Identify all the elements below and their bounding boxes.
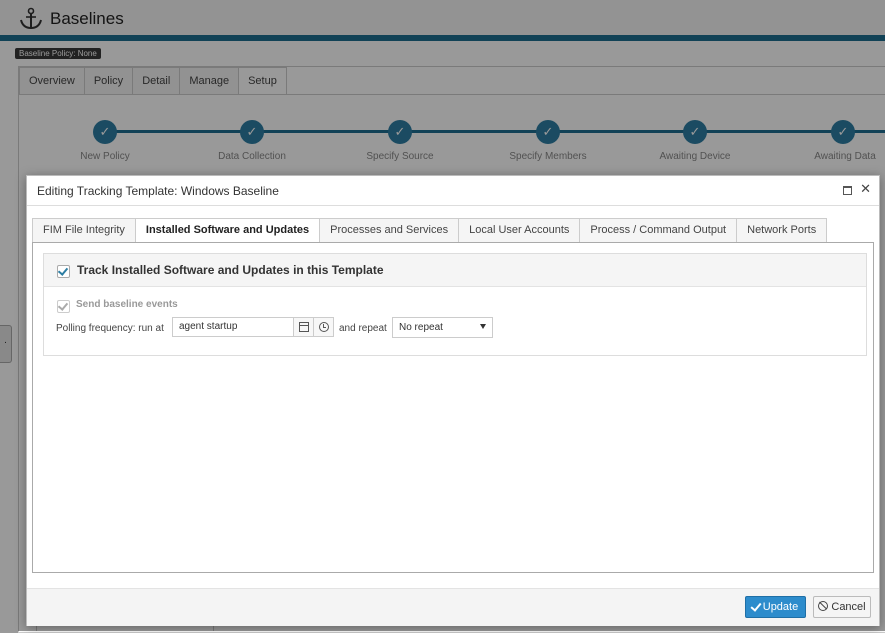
checkmark-icon <box>57 265 69 276</box>
check-icon <box>750 600 762 612</box>
update-button[interactable]: Update <box>745 596 806 618</box>
dialog-footer: Update Cancel <box>27 588 879 626</box>
checkmark-icon <box>57 300 69 311</box>
tab-network-ports[interactable]: Network Ports <box>736 218 828 242</box>
update-button-label: Update <box>762 601 799 613</box>
template-tabs: FIM File Integrity Installed Software an… <box>32 218 828 243</box>
close-icon[interactable]: ✕ <box>860 182 871 196</box>
tracking-section: Track Installed Software and Updates in … <box>43 253 867 356</box>
tab-content: Track Installed Software and Updates in … <box>32 242 874 573</box>
cancel-button[interactable]: Cancel <box>813 596 871 618</box>
clock-icon <box>319 322 329 332</box>
repeat-label: and repeat <box>339 323 387 334</box>
ban-icon <box>818 601 829 612</box>
tab-local-user-accounts[interactable]: Local User Accounts <box>458 218 581 242</box>
calendar-button[interactable] <box>294 317 314 337</box>
section-title: Track Installed Software and Updates in … <box>77 263 384 277</box>
calendar-icon <box>299 322 309 332</box>
polling-frequency-label: Polling frequency: run at <box>56 323 164 334</box>
clock-button[interactable] <box>314 317 334 337</box>
cancel-button-label: Cancel <box>831 601 866 613</box>
send-baseline-events-checkbox[interactable] <box>57 300 70 313</box>
repeat-select[interactable]: No repeat <box>392 317 493 338</box>
section-header: Track Installed Software and Updates in … <box>44 254 866 287</box>
tab-processes-services[interactable]: Processes and Services <box>319 218 460 242</box>
run-at-input[interactable]: agent startup <box>172 317 294 337</box>
edit-template-dialog: Editing Tracking Template: Windows Basel… <box>26 175 880 626</box>
dialog-body: FIM File Integrity Installed Software an… <box>32 218 874 574</box>
track-software-checkbox[interactable] <box>57 265 70 278</box>
dialog-title: Editing Tracking Template: Windows Basel… <box>37 184 279 198</box>
tab-fim-file-integrity[interactable]: FIM File Integrity <box>32 218 136 242</box>
repeat-select-value: No repeat <box>399 322 443 333</box>
send-baseline-events-label: Send baseline events <box>76 299 178 310</box>
tab-installed-software[interactable]: Installed Software and Updates <box>134 218 321 243</box>
dialog-header: Editing Tracking Template: Windows Basel… <box>27 176 879 206</box>
caret-down-icon <box>480 324 486 329</box>
maximize-icon[interactable] <box>843 186 852 195</box>
tab-process-command-output[interactable]: Process / Command Output <box>579 218 738 242</box>
